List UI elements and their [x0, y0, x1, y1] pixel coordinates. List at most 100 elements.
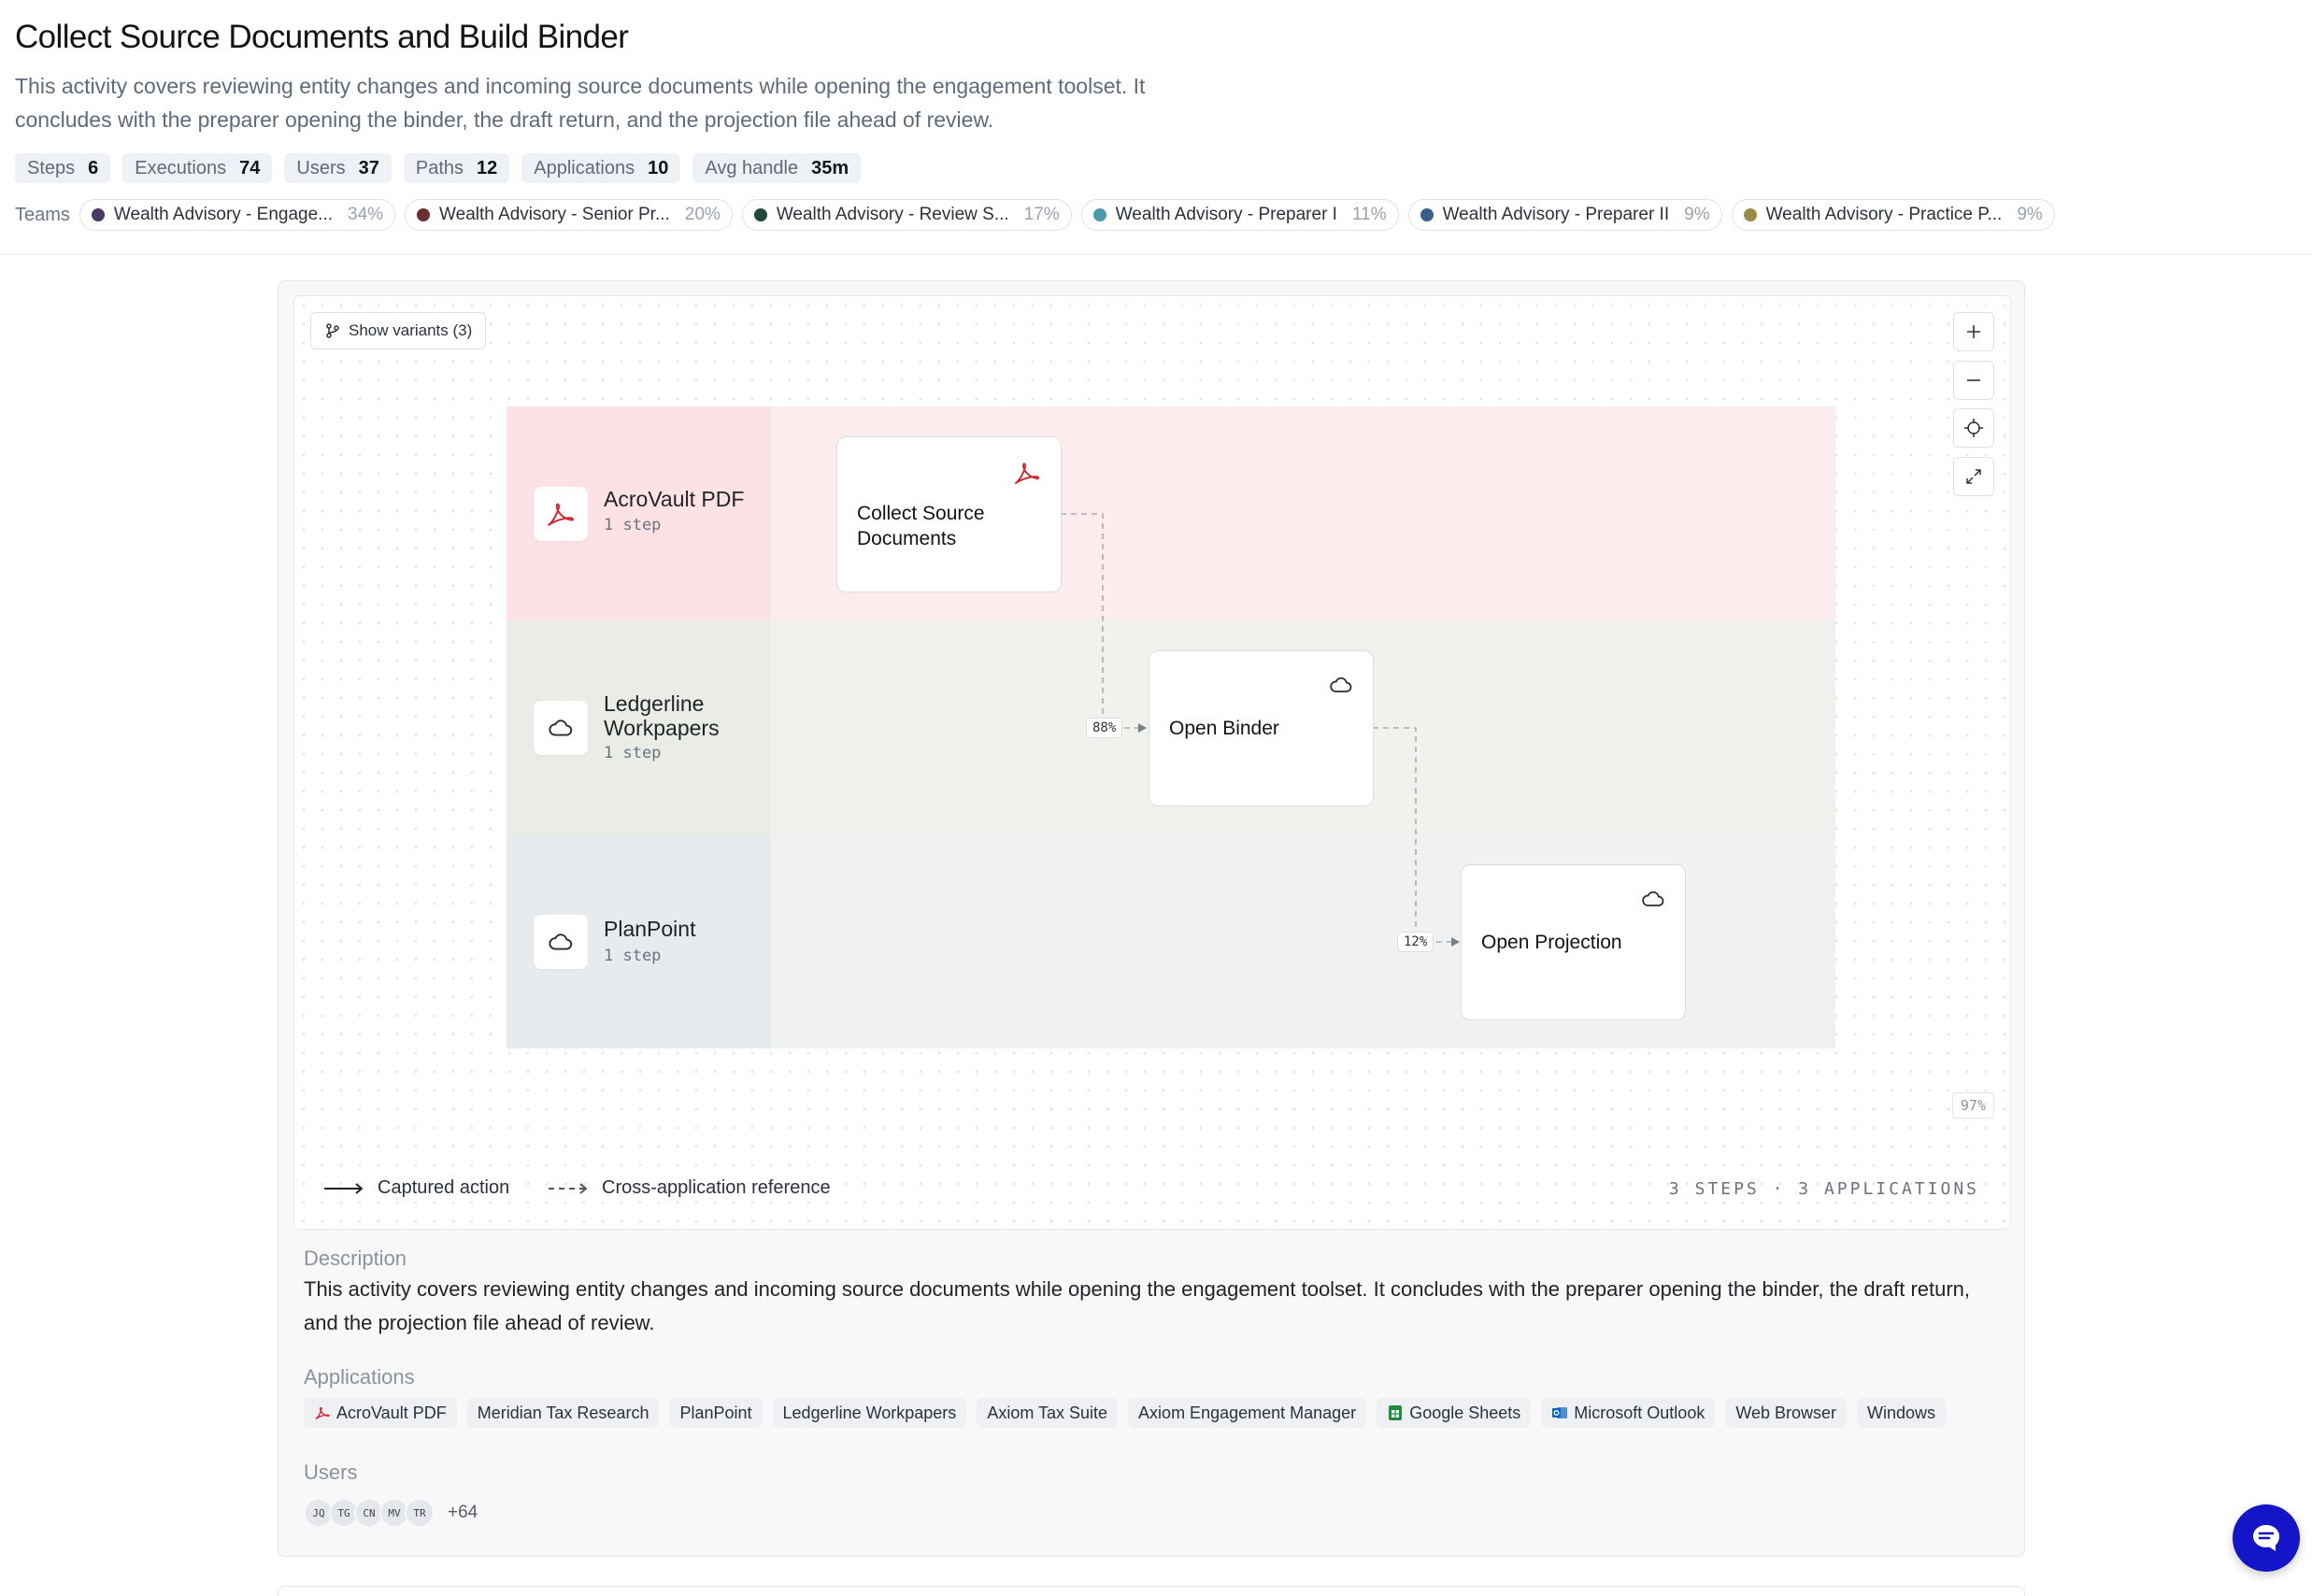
team-pct: 20%: [684, 205, 721, 224]
stat-applications: Applications 10: [521, 153, 681, 183]
app-chip[interactable]: Web Browser: [1725, 1398, 1848, 1428]
stat-users: Users 37: [284, 153, 392, 183]
stat-label: Avg handle: [705, 157, 799, 178]
solid-arrow-icon: [324, 1182, 364, 1194]
team-pct: 11%: [1351, 205, 1387, 224]
team-color-dot: [417, 208, 431, 221]
app-chip-label: Google Sheets: [1409, 1403, 1521, 1422]
users-list: JQ TG CN MV TR +64: [304, 1498, 478, 1528]
team-chip[interactable]: Wealth Advisory - Practice P... 9%: [1731, 199, 2055, 231]
stat-label: Applications: [534, 157, 635, 178]
cloud-icon: [1330, 677, 1352, 692]
stat-value: 37: [358, 157, 379, 178]
step-node-open-projection[interactable]: Open Projection: [1461, 864, 1686, 1020]
app-chip[interactable]: Microsoft Outlook: [1541, 1398, 1716, 1428]
team-pct: 9%: [2017, 205, 2043, 224]
connector-collect-to-binder: [1061, 513, 1145, 729]
flow-legend: Captured action Cross-application refere…: [293, 1136, 2011, 1230]
app-chip-label: Meridian Tax Research: [477, 1403, 649, 1422]
stat-value: 6: [88, 157, 99, 178]
chat-icon: [2253, 1525, 2279, 1551]
app-chip[interactable]: AcroVault PDF: [304, 1398, 457, 1428]
app-chip-label: Axiom Engagement Manager: [1138, 1403, 1357, 1422]
connector-binder-to-projection: [1373, 727, 1458, 943]
pdf-icon: [315, 1406, 330, 1419]
description-text: This activity covers reviewing entity ch…: [304, 1277, 1971, 1334]
step-node-label-line: Collect Source: [857, 503, 985, 524]
stat-label: Users: [296, 157, 346, 178]
step-node-label-line: Documents: [857, 528, 957, 549]
flow-canvas[interactable]: Show variants (3) AcroVault PDF 1 step L…: [293, 295, 2011, 1230]
cloud-icon: [1642, 891, 1664, 906]
users-more-count[interactable]: +64: [448, 1503, 478, 1523]
legend-cross-app-reference: Cross-application reference: [548, 1177, 831, 1199]
app-chip-label: Axiom Tax Suite: [987, 1403, 1108, 1422]
description-label: Description: [304, 1247, 407, 1270]
page-title: Collect Source Documents and Build Binde…: [15, 19, 629, 55]
app-chip-label: Microsoft Outlook: [1574, 1403, 1705, 1422]
step-node-collect-source-documents[interactable]: Collect Source Documents: [836, 436, 1062, 592]
app-chip[interactable]: Axiom Tax Suite: [977, 1398, 1119, 1428]
stat-label: Paths: [415, 157, 464, 178]
legend-captured-action: Captured action: [323, 1177, 509, 1199]
team-chip[interactable]: Wealth Advisory - Preparer I 11%: [1080, 199, 1399, 231]
outlook-icon: [1552, 1407, 1568, 1418]
stat-value: 12: [477, 157, 498, 178]
app-chip-label: PlanPoint: [679, 1403, 752, 1422]
team-color-dot: [91, 208, 105, 221]
team-chip[interactable]: Wealth Advisory - Review S... 17%: [741, 199, 1072, 231]
legend-captured-label: Captured action: [378, 1177, 510, 1198]
team-name: Wealth Advisory - Review S...: [776, 205, 1009, 224]
app-chip[interactable]: Google Sheets: [1377, 1398, 1532, 1428]
page-description: This activity covers reviewing entity ch…: [15, 74, 1146, 132]
arrow-head: [1451, 937, 1460, 947]
teams-row: Teams Wealth Advisory - Engage... 34% Wea…: [15, 199, 2055, 231]
team-pct: 9%: [1684, 205, 1710, 224]
step-node-label: Open Binder: [1169, 718, 1279, 739]
team-chip[interactable]: Wealth Advisory - Senior Pr... 20%: [405, 199, 733, 231]
stat-paths: Paths 12: [403, 153, 510, 183]
arrow-head: [1138, 723, 1147, 733]
header-divider: [0, 254, 2312, 255]
activity-card: Show variants (3) AcroVault PDF 1 step L…: [278, 280, 2025, 1557]
next-card: [278, 1586, 2025, 1596]
edge-percentage: 12%: [1397, 932, 1434, 952]
dashed-arrow-icon: [549, 1182, 588, 1194]
app-chip[interactable]: Ledgerline Workpapers: [772, 1398, 967, 1428]
chat-launcher-button[interactable]: [2233, 1504, 2300, 1572]
step-node-open-binder[interactable]: Open Binder: [1149, 650, 1374, 806]
team-chip[interactable]: Wealth Advisory - Engage... 34%: [78, 199, 396, 231]
stat-value: 10: [648, 157, 669, 178]
team-name: Wealth Advisory - Practice P...: [1765, 205, 2003, 224]
team-name: Wealth Advisory - Engage...: [113, 205, 334, 224]
team-color-dot: [753, 208, 767, 221]
app-chip-label: Ledgerline Workpapers: [782, 1403, 957, 1422]
stat-label: Steps: [27, 157, 76, 178]
app-chip-label: Web Browser: [1735, 1403, 1837, 1422]
stat-label: Executions: [135, 157, 227, 178]
stat-value: 74: [239, 157, 261, 178]
app-chip[interactable]: Windows: [1857, 1398, 1947, 1428]
avatar[interactable]: TR: [405, 1498, 435, 1528]
app-chip[interactable]: Meridian Tax Research: [466, 1398, 660, 1428]
stat-avg-handle: Avg handle 35m: [692, 153, 862, 183]
step-node-label: Collect Source Documents: [857, 501, 985, 551]
app-chip-label: Windows: [1867, 1403, 1936, 1422]
team-name: Wealth Advisory - Senior Pr...: [439, 205, 670, 224]
team-color-dot: [1420, 208, 1434, 221]
legend-summary: 3 STEPS · 3 APPLICATIONS: [1668, 1179, 1979, 1199]
applications-label: Applications: [304, 1365, 415, 1389]
app-chip[interactable]: Axiom Engagement Manager: [1128, 1398, 1367, 1428]
applications-list: AcroVault PDF Meridian Tax Research Plan…: [304, 1398, 1947, 1428]
stat-value: 35m: [811, 157, 849, 178]
team-chip[interactable]: Wealth Advisory - Preparer II 9%: [1407, 199, 1722, 231]
teams-label: Teams: [15, 204, 70, 225]
edge-percentage: 88%: [1086, 718, 1123, 738]
stat-executions: Executions 74: [122, 153, 273, 183]
stats-bar: Steps 6 Executions 74 Users 37 Paths 12 Appl…: [15, 153, 862, 183]
users-label: Users: [304, 1461, 358, 1484]
legend-cross-label: Cross-application reference: [602, 1177, 831, 1198]
app-chip[interactable]: PlanPoint: [669, 1398, 763, 1428]
stat-steps: Steps 6: [15, 153, 111, 183]
step-node-label: Open Projection: [1481, 932, 1622, 953]
